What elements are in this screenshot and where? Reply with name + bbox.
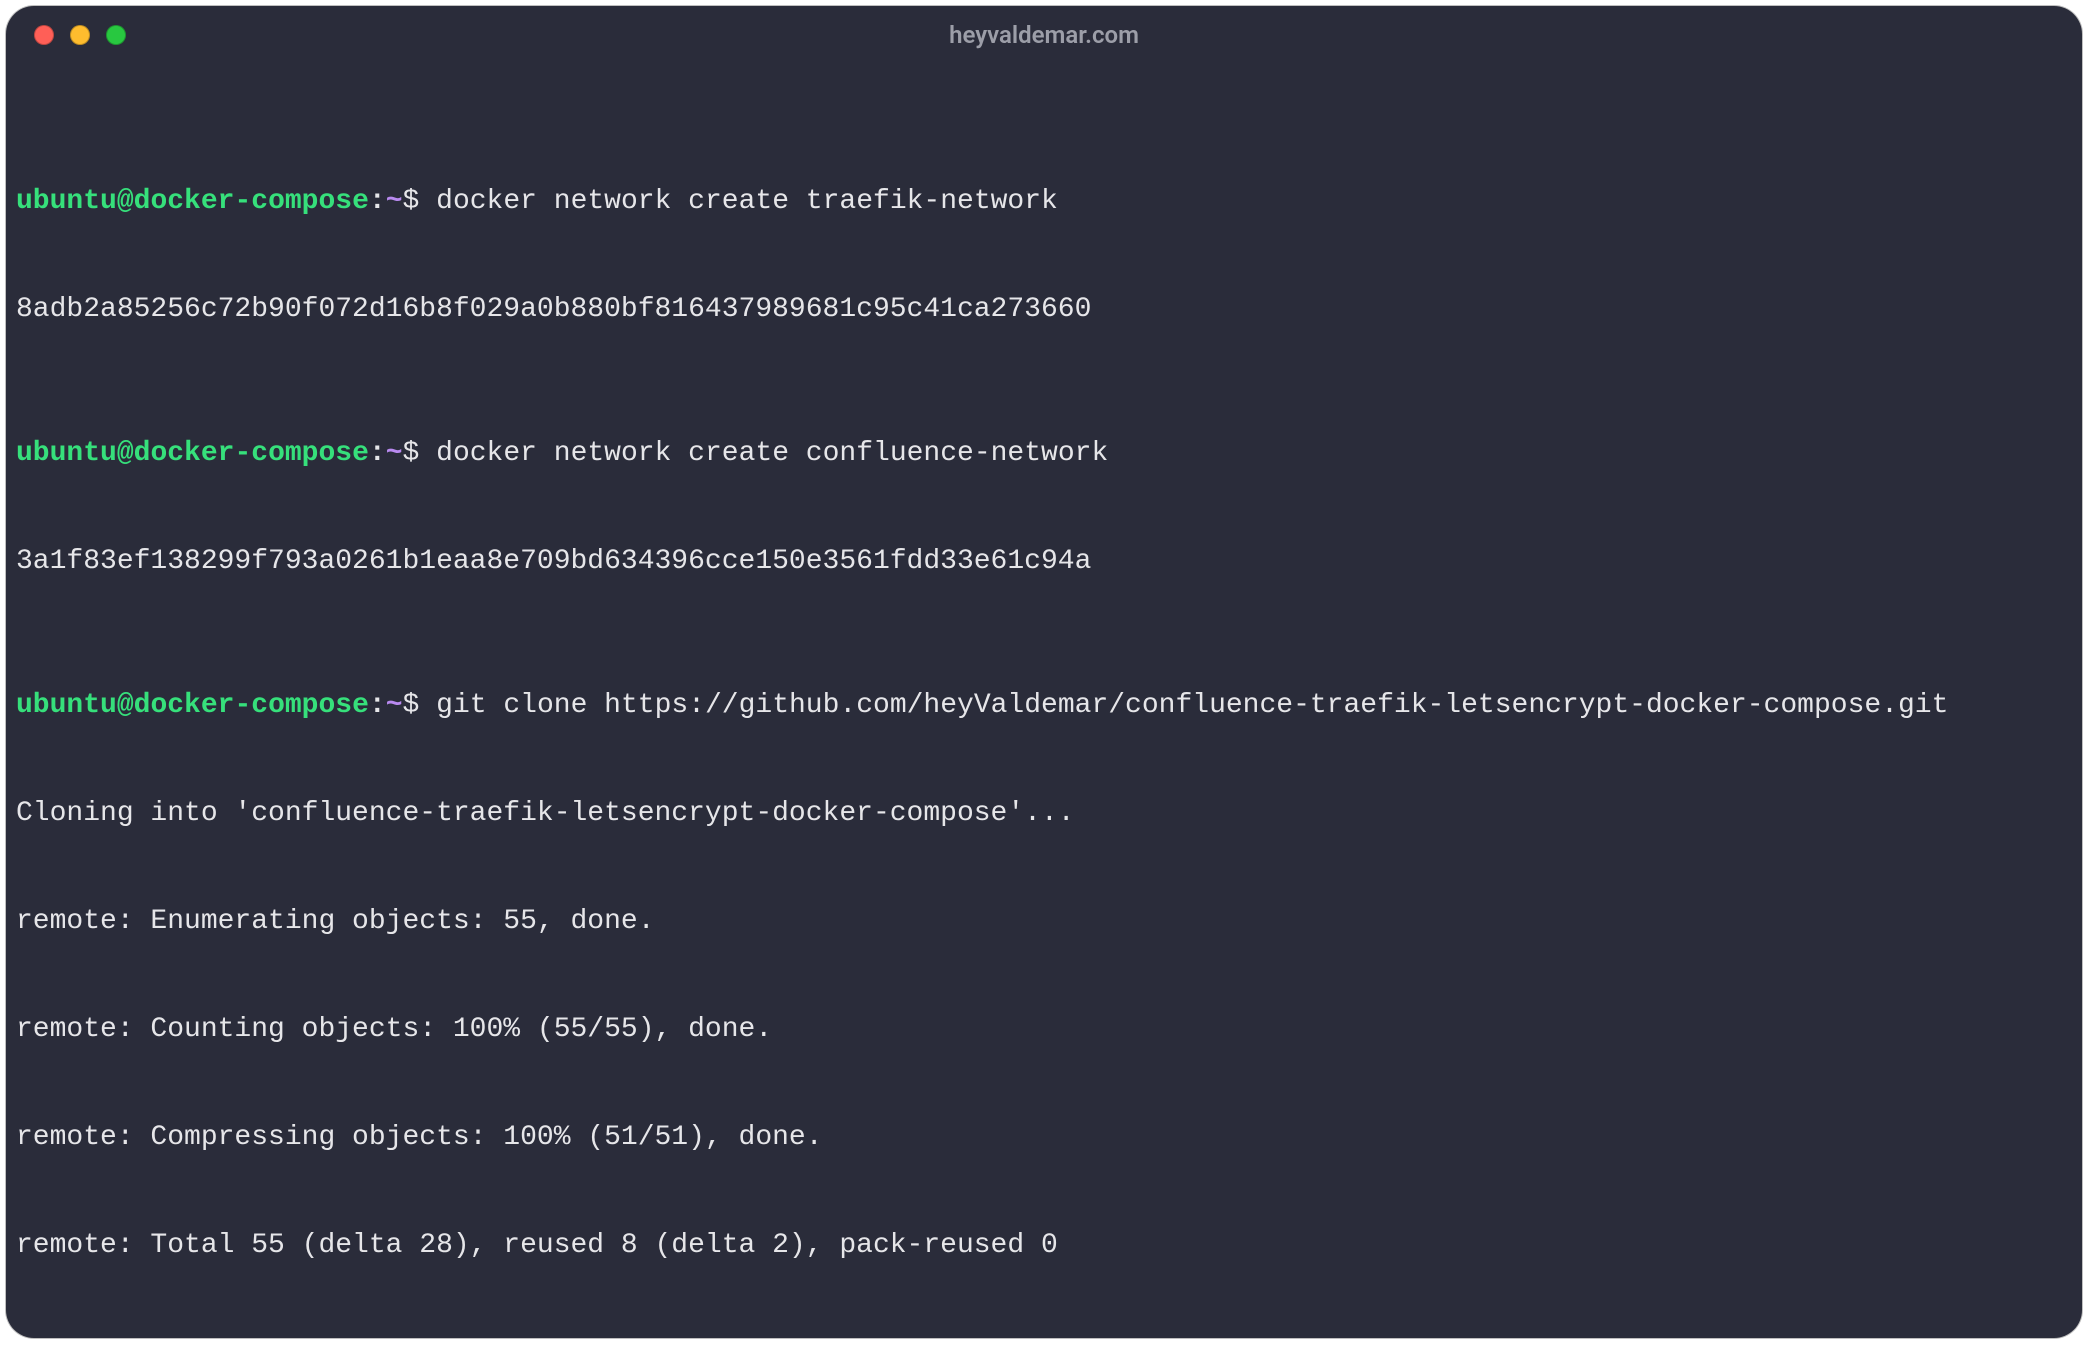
prompt-host: docker-compose bbox=[134, 690, 369, 721]
prompt-line: ubuntu@docker-compose:~$ docker network … bbox=[16, 436, 2072, 472]
maximize-icon[interactable] bbox=[106, 25, 126, 45]
prompt-colon: : bbox=[369, 438, 386, 469]
window-title: heyvaldemar.com bbox=[949, 21, 1139, 49]
prompt-user: ubuntu bbox=[16, 690, 117, 721]
prompt-colon: : bbox=[369, 186, 386, 217]
close-icon[interactable] bbox=[34, 25, 54, 45]
output-line: 8adb2a85256c72b90f072d16b8f029a0b880bf81… bbox=[16, 292, 2072, 328]
prompt-dollar: $ bbox=[403, 690, 420, 721]
prompt-path: ~ bbox=[386, 690, 403, 721]
command-text: docker network create confluence-network bbox=[436, 438, 1108, 469]
output-line: remote: Total 55 (delta 28), reused 8 (d… bbox=[16, 1228, 2072, 1264]
prompt-host: docker-compose bbox=[134, 186, 369, 217]
command-text: git clone https://github.com/heyValdemar… bbox=[436, 690, 1948, 721]
prompt-dollar: $ bbox=[403, 186, 420, 217]
titlebar: heyvaldemar.com bbox=[6, 6, 2082, 64]
traffic-lights bbox=[34, 6, 126, 64]
command-text: docker network create traefik-network bbox=[436, 186, 1058, 217]
output-line: Receiving objects: 100% (55/55), 74.96 K… bbox=[16, 1336, 2072, 1338]
output-line: Cloning into 'confluence-traefik-letsenc… bbox=[16, 796, 2072, 832]
minimize-icon[interactable] bbox=[70, 25, 90, 45]
prompt-path: ~ bbox=[386, 438, 403, 469]
prompt-line: ubuntu@docker-compose:~$ git clone https… bbox=[16, 688, 2072, 724]
prompt-user: ubuntu bbox=[16, 438, 117, 469]
prompt-at: @ bbox=[117, 690, 134, 721]
output-line: 3a1f83ef138299f793a0261b1eaa8e709bd63439… bbox=[16, 544, 2072, 580]
prompt-at: @ bbox=[117, 438, 134, 469]
terminal-window: heyvaldemar.com ubuntu@docker-compose:~$… bbox=[6, 6, 2082, 1338]
prompt-path: ~ bbox=[386, 186, 403, 217]
output-line: remote: Compressing objects: 100% (51/51… bbox=[16, 1120, 2072, 1156]
prompt-host: docker-compose bbox=[134, 438, 369, 469]
prompt-dollar: $ bbox=[403, 438, 420, 469]
prompt-user: ubuntu bbox=[16, 186, 117, 217]
prompt-colon: : bbox=[369, 690, 386, 721]
output-line: remote: Counting objects: 100% (55/55), … bbox=[16, 1012, 2072, 1048]
prompt-at: @ bbox=[117, 186, 134, 217]
prompt-line: ubuntu@docker-compose:~$ docker network … bbox=[16, 184, 2072, 220]
terminal-body[interactable]: ubuntu@docker-compose:~$ docker network … bbox=[6, 64, 2082, 1338]
output-line: remote: Enumerating objects: 55, done. bbox=[16, 904, 2072, 940]
